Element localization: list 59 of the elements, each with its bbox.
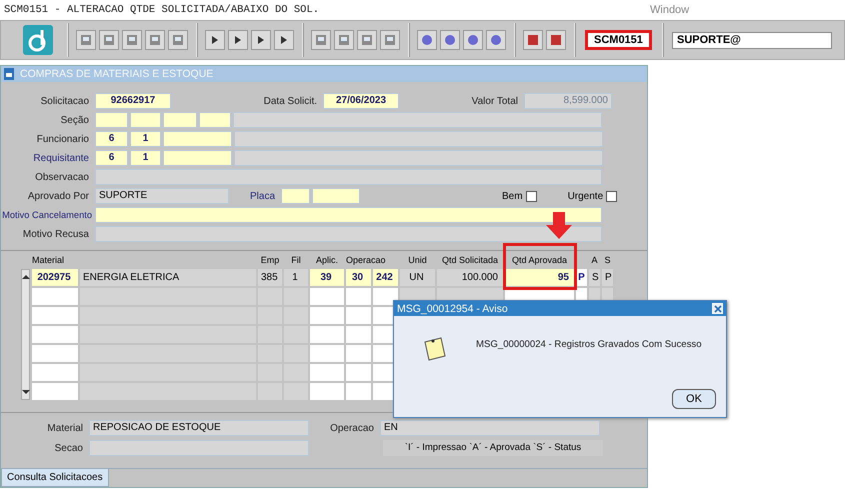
input-field[interactable]: 6 [95,131,128,147]
input-field: 8,599.000 [524,93,612,109]
field-label: Funcionario [36,134,90,144]
field-label: Aprovado Por [26,190,90,202]
table-cell: P [576,269,587,286]
column-header: Operacao [346,255,386,265]
field-label: Solicitacao [40,96,90,106]
tab[interactable]: Consulta Solicitacoes [1,469,109,487]
table-cell: P [602,269,613,286]
input-field[interactable]: 1 [130,131,161,147]
field-label: Seção [60,114,90,126]
table-cell[interactable]: 202975 [32,269,78,286]
field-label[interactable]: Motivo Cancelamento [1,210,93,220]
ok-button[interactable]: OK [672,389,716,409]
checkbox-label: Urgente [568,190,604,202]
field-label: Motivo Recusa [22,228,90,240]
column-header: Qtd Solicitada [442,255,498,265]
table-cell[interactable]: 95 [505,269,574,286]
panel-title: COMPRAS DE MATERIAIS E ESTOQUE [20,68,214,80]
column-header: A [591,255,598,265]
window-title: SCM0151 - ALTERACAO QTDE SOLICITADA/ABAIXO DO SOL. [4,4,320,16]
field-label[interactable]: Placa [231,190,279,202]
table-cell: 385 [258,269,282,286]
window-menu[interactable]: Window [650,4,690,16]
table-cell: 100.000 [437,269,503,286]
column-header: Qtd Aprovada [512,255,568,265]
field-label: Observacao [34,172,90,182]
dialog-message: MSG_00000024 - Registros Gravados Com Sucesso [476,338,702,350]
user-field: SUPORTE@ [672,32,832,48]
column-header: Aplic. [316,255,338,265]
field-label[interactable]: Requisitante [1,152,93,164]
input-field: REPOSICAO DE ESTOQUE [89,420,309,436]
input-field[interactable]: 27/06/2023 [323,93,399,109]
field-label: Valor Total [470,96,519,106]
input-field: EN [380,420,600,436]
dialog-title: MSG_00012954 - Aviso [397,302,508,314]
input-field: SUPORTE [95,188,229,204]
table-cell: ENERGIA ELETRICA [80,269,256,286]
table-cell[interactable]: 30 [346,269,371,286]
column-header: S [604,255,610,265]
table-cell: S [589,269,600,286]
field-label: Material [46,422,84,434]
column-header: Unid [408,255,427,265]
field-label: Secao [54,442,84,454]
field-label: Data Solicit. [262,96,318,106]
table-cell[interactable]: 242 [373,269,398,286]
field-label: Operacao [329,422,375,434]
form-code-label: SCM0151 [585,30,652,50]
column-header: Material [32,255,64,265]
table-cell: UN [400,269,435,286]
checkbox-label: Bem [502,190,523,202]
input-field[interactable]: 1 [130,150,161,166]
column-header: Emp [260,255,280,265]
input-field[interactable]: 6 [95,150,128,166]
column-header: Fil [291,255,301,265]
legend-text: `I´ - Impressao `A´ - Aprovada `S´ - Status [383,440,603,456]
table-cell: 1 [284,269,308,286]
table-cell[interactable]: 39 [310,269,344,286]
input-field[interactable]: 92662917 [95,93,171,109]
